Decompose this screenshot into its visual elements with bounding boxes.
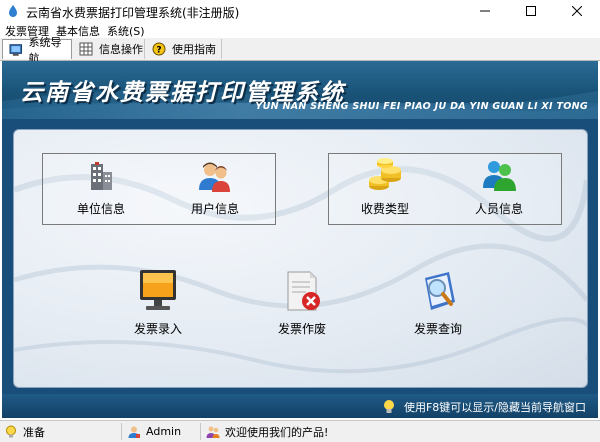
close-button[interactable] [554,0,600,22]
people-icon [483,161,516,191]
users-icon [199,162,230,192]
status-state-text: 准备 [23,425,45,439]
nav-unit-info-label: 单位信息 [76,202,125,216]
nav-invoice-query-label: 发票查询 [413,322,462,336]
lightbulb-icon [6,425,16,437]
nav-invoice-query[interactable]: 发票查询 [402,268,474,337]
building-icon [91,162,112,190]
grid-icon [79,42,93,56]
maximize-icon [526,6,536,16]
monitor-icon [9,43,23,56]
status-user: Admin [123,423,201,440]
nav-fee-type-label: 收费类型 [360,202,409,216]
hint-bar: 使用F8键可以显示/隐藏当前导航窗口 [2,394,598,418]
banner-subtitle: YUN NAN SHENG SHUI FEI PIAO JU DA YIN GU… [255,101,588,112]
search-document-icon [425,272,455,310]
void-document-icon [287,271,320,311]
status-welcome-text: 欢迎使用我们的产品! [225,425,329,439]
svg-text:?: ? [156,46,161,56]
tab-label: 信息操作 [99,43,143,56]
title-bar: 云南省水费票据打印管理系统(非注册版) [0,0,600,22]
nav-staff-info-label: 人员信息 [474,202,523,216]
user-icon [128,426,140,438]
nav-staff-info[interactable]: 人员信息 [464,158,534,217]
maximize-button[interactable] [508,0,554,22]
nav-invoice-entry-label: 发票录入 [133,322,182,336]
nav-fee-type[interactable]: 收费类型 [350,158,420,217]
navigation-page: 云南省水费票据打印管理系统 YUN NAN SHENG SHUI FEI PIA… [2,61,598,418]
hint: 使用F8键可以显示/隐藏当前导航窗口 [382,399,586,415]
nav-user-info-label: 用户信息 [190,202,239,216]
menu-bar: 发票管理 基本信息 系统(S) [0,22,600,38]
nav-invoice-void-label: 发票作废 [277,322,326,336]
nav-user-info[interactable]: 用户信息 [180,160,250,217]
tab-user-guide[interactable]: ? 使用指南 [146,39,222,59]
people-icon [206,426,220,438]
window-title: 云南省水费票据打印管理系统(非注册版) [26,6,240,20]
status-user-text: Admin [146,425,182,438]
status-welcome: 欢迎使用我们的产品! [202,423,600,440]
hint-text: 使用F8键可以显示/隐藏当前导航窗口 [403,401,586,414]
minimize-button[interactable] [462,0,508,22]
help-icon: ? [152,42,166,56]
nav-panel: 单位信息 用户信息 收费类型 人员信息 发票录入 发票作废 发票查询 [13,129,588,388]
status-state: 准备 [0,423,122,440]
tab-info-ops[interactable]: 信息操作 [73,39,145,59]
tab-system-nav[interactable]: 系统导航 [2,36,72,65]
nav-invoice-entry[interactable]: 发票录入 [122,268,194,337]
menu-system[interactable]: 系统(S) [107,23,145,39]
app-icon [9,5,17,17]
minimize-icon [480,10,490,12]
tab-label: 使用指南 [172,43,216,56]
nav-unit-info[interactable]: 单位信息 [66,160,136,217]
status-bar: 准备 Admin 欢迎使用我们的产品! [0,420,600,442]
nav-invoice-void[interactable]: 发票作废 [266,268,338,337]
tab-bar: 系统导航 信息操作 ? 使用指南 [0,36,600,65]
banner: 云南省水费票据打印管理系统 YUN NAN SHENG SHUI FEI PIA… [2,61,598,119]
close-icon [572,6,582,16]
monitor-screen-icon [140,270,176,310]
coins-icon [369,158,401,190]
lightbulb-icon [383,400,394,413]
